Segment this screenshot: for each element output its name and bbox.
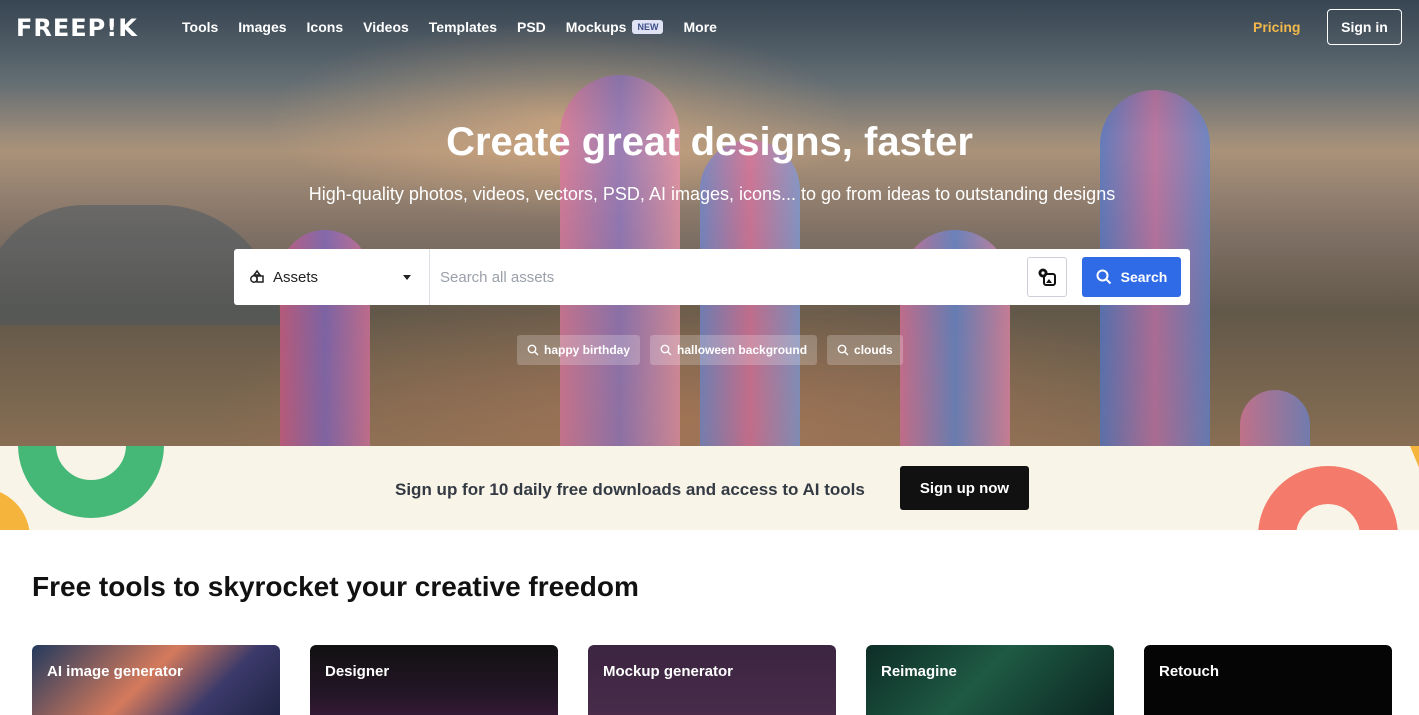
- nav-link-psd[interactable]: PSD: [517, 19, 546, 35]
- sign-up-button[interactable]: Sign up now: [900, 466, 1029, 510]
- nav-links: Tools Images Icons Videos Templates PSD …: [182, 19, 737, 35]
- tools-heading: Free tools to skyrocket your creative fr…: [32, 571, 639, 602]
- decorative-ring: [0, 488, 30, 530]
- search-icon: [660, 344, 672, 356]
- tool-card-retouch[interactable]: Retouch: [1144, 645, 1392, 715]
- search-suggestions: happy birthday halloween background clou…: [517, 335, 913, 365]
- nav-link-mockups[interactable]: Mockups NEW: [566, 19, 664, 35]
- nav-link-tools[interactable]: Tools: [182, 19, 218, 35]
- hero-title: Create great designs, faster: [446, 120, 973, 164]
- nav-link-icons[interactable]: Icons: [307, 19, 344, 35]
- decorative-ring: [18, 446, 164, 518]
- suggestion-chip[interactable]: clouds: [827, 335, 903, 365]
- tool-card-label: Mockup generator: [603, 663, 734, 680]
- suggestion-label: happy birthday: [544, 343, 631, 357]
- nav-link-images[interactable]: Images: [238, 19, 286, 35]
- hero-subtitle: High-quality photos, videos, vectors, PS…: [308, 184, 1116, 204]
- nav-link-mockups-label: Mockups: [565, 19, 627, 35]
- tool-card-designer[interactable]: Designer: [310, 645, 558, 715]
- tool-card-mockup-generator[interactable]: Mockup generator: [588, 645, 836, 715]
- tool-card-label: Designer: [325, 663, 390, 680]
- suggestion-label: clouds: [854, 343, 893, 357]
- tool-card-reimagine[interactable]: Reimagine: [866, 645, 1114, 715]
- image-search-icon: [1038, 268, 1056, 286]
- nav-link-templates[interactable]: Templates: [429, 19, 497, 35]
- search-button[interactable]: Search: [1082, 257, 1181, 297]
- nav-link-more[interactable]: More: [683, 19, 716, 35]
- tool-card-ai-image-generator[interactable]: AI image generator: [32, 645, 280, 715]
- top-nav: FREEP!K Tools Images Icons Videos Templa…: [0, 0, 1419, 56]
- suggestion-label: halloween background: [677, 343, 808, 357]
- hero-overlay: [0, 0, 1419, 446]
- suggestion-chip[interactable]: happy birthday: [517, 335, 641, 365]
- assets-icon: [250, 269, 264, 283]
- tool-card-label: AI image generator: [47, 663, 183, 680]
- chevron-down-icon: [403, 275, 411, 280]
- search-input[interactable]: [430, 249, 1027, 305]
- decorative-shape: [1410, 446, 1419, 494]
- decorative-ring: [1258, 466, 1398, 530]
- nav-link-videos[interactable]: Videos: [363, 19, 409, 35]
- signup-banner-text: Sign up for 10 daily free downloads and …: [395, 480, 865, 499]
- signup-banner: Sign up for 10 daily free downloads and …: [0, 446, 1419, 530]
- sign-in-button[interactable]: Sign in: [1327, 9, 1402, 45]
- search-bar: Assets Search: [234, 249, 1190, 305]
- hero-banner: [0, 0, 1419, 446]
- pricing-link[interactable]: Pricing: [1253, 19, 1300, 35]
- asset-type-label: Assets: [273, 268, 319, 286]
- tool-card-label: Retouch: [1159, 663, 1219, 680]
- search-icon: [527, 344, 539, 356]
- suggestion-chip[interactable]: halloween background: [650, 335, 818, 365]
- new-badge: NEW: [632, 20, 664, 34]
- search-icon: [837, 344, 849, 356]
- freepik-logo[interactable]: FREEP!K: [16, 14, 138, 42]
- tool-card-label: Reimagine: [881, 663, 957, 680]
- search-button-label: Search: [1120, 269, 1168, 285]
- search-icon: [1096, 269, 1111, 285]
- asset-type-select[interactable]: Assets: [234, 249, 430, 305]
- image-search-button[interactable]: [1027, 257, 1067, 297]
